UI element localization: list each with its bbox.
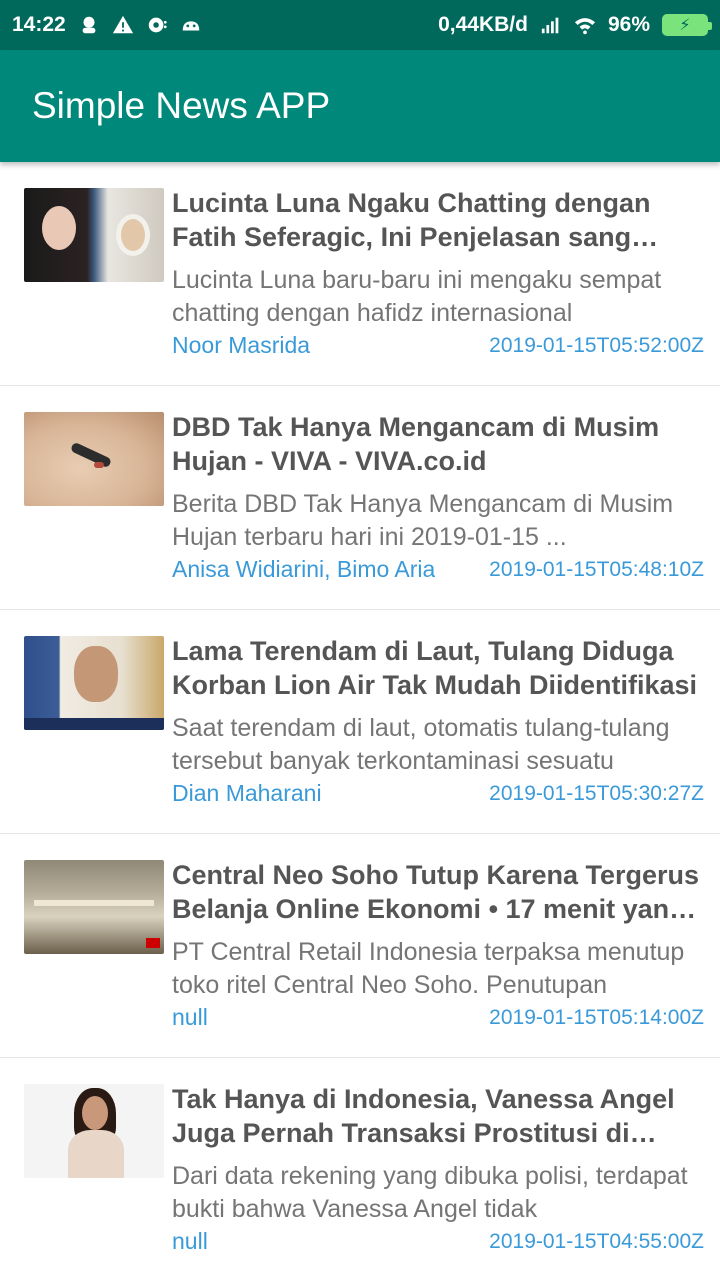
news-item[interactable]: DBD Tak Hanya Mengancam di Musim Hujan -… — [0, 386, 720, 610]
news-list[interactable]: Lucinta Luna Ngaku Chatting dengan Fatih… — [0, 162, 720, 1280]
news-item[interactable]: Tak Hanya di Indonesia, Vanessa Angel Ju… — [0, 1058, 720, 1280]
battery-percent: 96% — [607, 13, 650, 36]
news-date: 2019-01-15T05:30:27Z — [489, 781, 704, 805]
news-body: DBD Tak Hanya Mengancam di Musim Hujan -… — [172, 410, 704, 609]
signal-icon — [541, 17, 559, 34]
news-description: Dari data rekening yang dibuka polisi, t… — [172, 1162, 688, 1223]
wifi-icon — [574, 18, 596, 35]
news-meta: Anisa Widiarini, Bimo Aria 2019-01-15T05… — [172, 556, 704, 583]
news-title: Lama Terendam di Laut, Tulang Diduga Kor… — [172, 636, 698, 700]
person-notification-icon — [82, 16, 96, 34]
news-item[interactable]: Central Neo Soho Tutup Karena Tergerus B… — [0, 834, 720, 1058]
news-description: Lucinta Luna baru-baru ini mengaku sempa… — [172, 266, 662, 327]
news-author: Dian Maharani — [172, 780, 322, 806]
news-thumbnail — [24, 860, 164, 954]
status-time: 14:22 — [12, 13, 66, 36]
news-author: Noor Masrida — [172, 332, 311, 358]
news-body: Central Neo Soho Tutup Karena Tergerus B… — [172, 858, 704, 1057]
news-title: Lucinta Luna Ngaku Chatting dengan Fatih… — [172, 188, 651, 252]
status-right: 0,44KB/d 96% ⚡ — [438, 13, 712, 37]
news-meta: Dian Maharani 2019-01-15T05:30:27Z — [172, 780, 704, 807]
news-item[interactable]: Lucinta Luna Ngaku Chatting dengan Fatih… — [0, 162, 720, 386]
news-body: Lama Terendam di Laut, Tulang Diduga Kor… — [172, 634, 704, 833]
news-description: Berita DBD Tak Hanya Mengancam di Musim … — [172, 490, 674, 551]
status-left: 14:22 — [12, 13, 202, 37]
news-author: null — [172, 1228, 208, 1254]
news-meta: null 2019-01-15T05:14:00Z — [172, 1004, 704, 1031]
news-date: 2019-01-15T04:55:00Z — [489, 1229, 704, 1253]
chat-bubble-icon — [148, 17, 167, 33]
news-description: PT Central Retail Indonesia terpaksa men… — [172, 938, 685, 999]
app-title: Simple News APP — [32, 85, 331, 126]
news-title: DBD Tak Hanya Mengancam di Musim Hujan -… — [172, 412, 660, 476]
news-title: Tak Hanya di Indonesia, Vanessa Angel Ju… — [172, 1084, 675, 1148]
news-title: Central Neo Soho Tutup Karena Tergerus B… — [172, 860, 700, 924]
app-bar: Simple News APP — [0, 50, 720, 162]
news-author: null — [172, 1004, 208, 1030]
android-icon — [182, 21, 199, 31]
news-meta: null 2019-01-15T04:55:00Z — [172, 1228, 704, 1255]
news-thumbnail — [24, 636, 164, 730]
news-body: Lucinta Luna Ngaku Chatting dengan Fatih… — [172, 186, 704, 385]
news-body: Tak Hanya di Indonesia, Vanessa Angel Ju… — [172, 1082, 704, 1280]
news-thumbnail — [24, 412, 164, 506]
news-date: 2019-01-15T05:52:00Z — [489, 333, 704, 357]
battery-charging-icon: ⚡ — [662, 14, 712, 36]
status-bar: 14:22 0,44KB/d 96% ⚡ — [0, 0, 720, 50]
news-meta: Noor Masrida 2019-01-15T05:52:00Z — [172, 332, 704, 359]
news-date: 2019-01-15T05:48:10Z — [489, 557, 704, 581]
warning-icon — [112, 15, 133, 34]
news-item[interactable]: Lama Terendam di Laut, Tulang Diduga Kor… — [0, 610, 720, 834]
news-thumbnail — [24, 188, 164, 282]
news-date: 2019-01-15T05:14:00Z — [489, 1005, 704, 1029]
news-author: Anisa Widiarini, Bimo Aria — [172, 556, 436, 582]
network-speed: 0,44KB/d — [438, 13, 528, 36]
news-description: Saat terendam di laut, otomatis tulang-t… — [172, 714, 670, 775]
news-thumbnail — [24, 1084, 164, 1178]
